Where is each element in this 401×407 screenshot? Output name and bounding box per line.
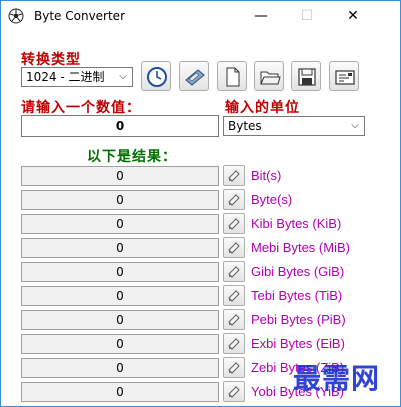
conversion-type-label: 转换类型 bbox=[21, 52, 81, 68]
result-unit: Gibi Bytes (GiB) bbox=[251, 264, 345, 279]
result-value: 0 bbox=[21, 310, 219, 330]
copy-button[interactable] bbox=[223, 213, 245, 234]
copy-button[interactable] bbox=[223, 333, 245, 354]
title-bar[interactable]: Byte Converter — ☐ ✕ bbox=[1, 1, 400, 31]
open-folder-button[interactable] bbox=[254, 61, 284, 91]
clock-button[interactable] bbox=[141, 61, 171, 91]
save-button[interactable] bbox=[291, 61, 321, 91]
results-heading: 以下是结果： bbox=[87, 149, 177, 165]
unit-select-value: Bytes bbox=[228, 119, 262, 133]
copy-button[interactable] bbox=[223, 261, 245, 282]
result-value: 0 bbox=[21, 334, 219, 354]
maximize-button: ☐ bbox=[300, 8, 314, 24]
copy-button[interactable] bbox=[223, 357, 245, 378]
result-value: 0 bbox=[21, 358, 219, 378]
chevron-down-icon: ⌵ bbox=[351, 120, 359, 131]
close-button[interactable]: ✕ bbox=[330, 1, 376, 31]
window-title: Byte Converter bbox=[34, 9, 126, 23]
result-value: 0 bbox=[21, 262, 219, 282]
value-input[interactable]: 0 bbox=[21, 115, 219, 137]
result-unit: Bit(s) bbox=[251, 168, 282, 183]
result-value: 0 bbox=[21, 286, 219, 306]
conversion-type-value: 1024 - 二进制 bbox=[26, 70, 105, 84]
client-area: 转换类型 1024 - 二进制 ⌵ 请输入一个数值： 输入的单位 0 Bytes… bbox=[1, 31, 400, 406]
result-value: 0 bbox=[21, 190, 219, 210]
result-value: 0 bbox=[21, 214, 219, 234]
conversion-type-select[interactable]: 1024 - 二进制 ⌵ bbox=[21, 67, 133, 87]
result-value: 0 bbox=[21, 166, 219, 186]
copy-button[interactable] bbox=[223, 165, 245, 186]
result-value: 0 bbox=[21, 238, 219, 258]
unit-select[interactable]: Bytes ⌵ bbox=[223, 116, 365, 136]
result-unit: Mebi Bytes (MiB) bbox=[251, 240, 350, 255]
result-unit: Pebi Bytes (PiB) bbox=[251, 312, 346, 327]
copy-button[interactable] bbox=[223, 381, 245, 402]
result-unit: Byte(s) bbox=[251, 192, 293, 207]
unit-label: 输入的单位 bbox=[225, 100, 300, 116]
copy-button[interactable] bbox=[223, 309, 245, 330]
display-button[interactable] bbox=[329, 61, 359, 91]
result-unit: Tebi Bytes (TiB) bbox=[251, 288, 343, 303]
chevron-down-icon: ⌵ bbox=[119, 71, 127, 82]
result-unit: Kibi Bytes (KiB) bbox=[251, 216, 342, 231]
new-document-button[interactable] bbox=[217, 61, 247, 91]
copy-button[interactable] bbox=[223, 189, 245, 210]
result-unit: Exbi Bytes (EiB) bbox=[251, 336, 345, 351]
result-value: 0 bbox=[21, 382, 219, 402]
copy-button[interactable] bbox=[223, 237, 245, 258]
watermark-text: 最需网 bbox=[293, 362, 381, 395]
calculator-button[interactable] bbox=[179, 61, 209, 91]
value-label: 请输入一个数值： bbox=[21, 100, 141, 116]
soccer-ball-icon bbox=[8, 8, 24, 24]
app-window: Byte Converter — ☐ ✕ 转换类型 1024 - 二进制 ⌵ 请… bbox=[0, 0, 401, 407]
minimize-button[interactable]: — bbox=[238, 1, 284, 31]
copy-button[interactable] bbox=[223, 285, 245, 306]
